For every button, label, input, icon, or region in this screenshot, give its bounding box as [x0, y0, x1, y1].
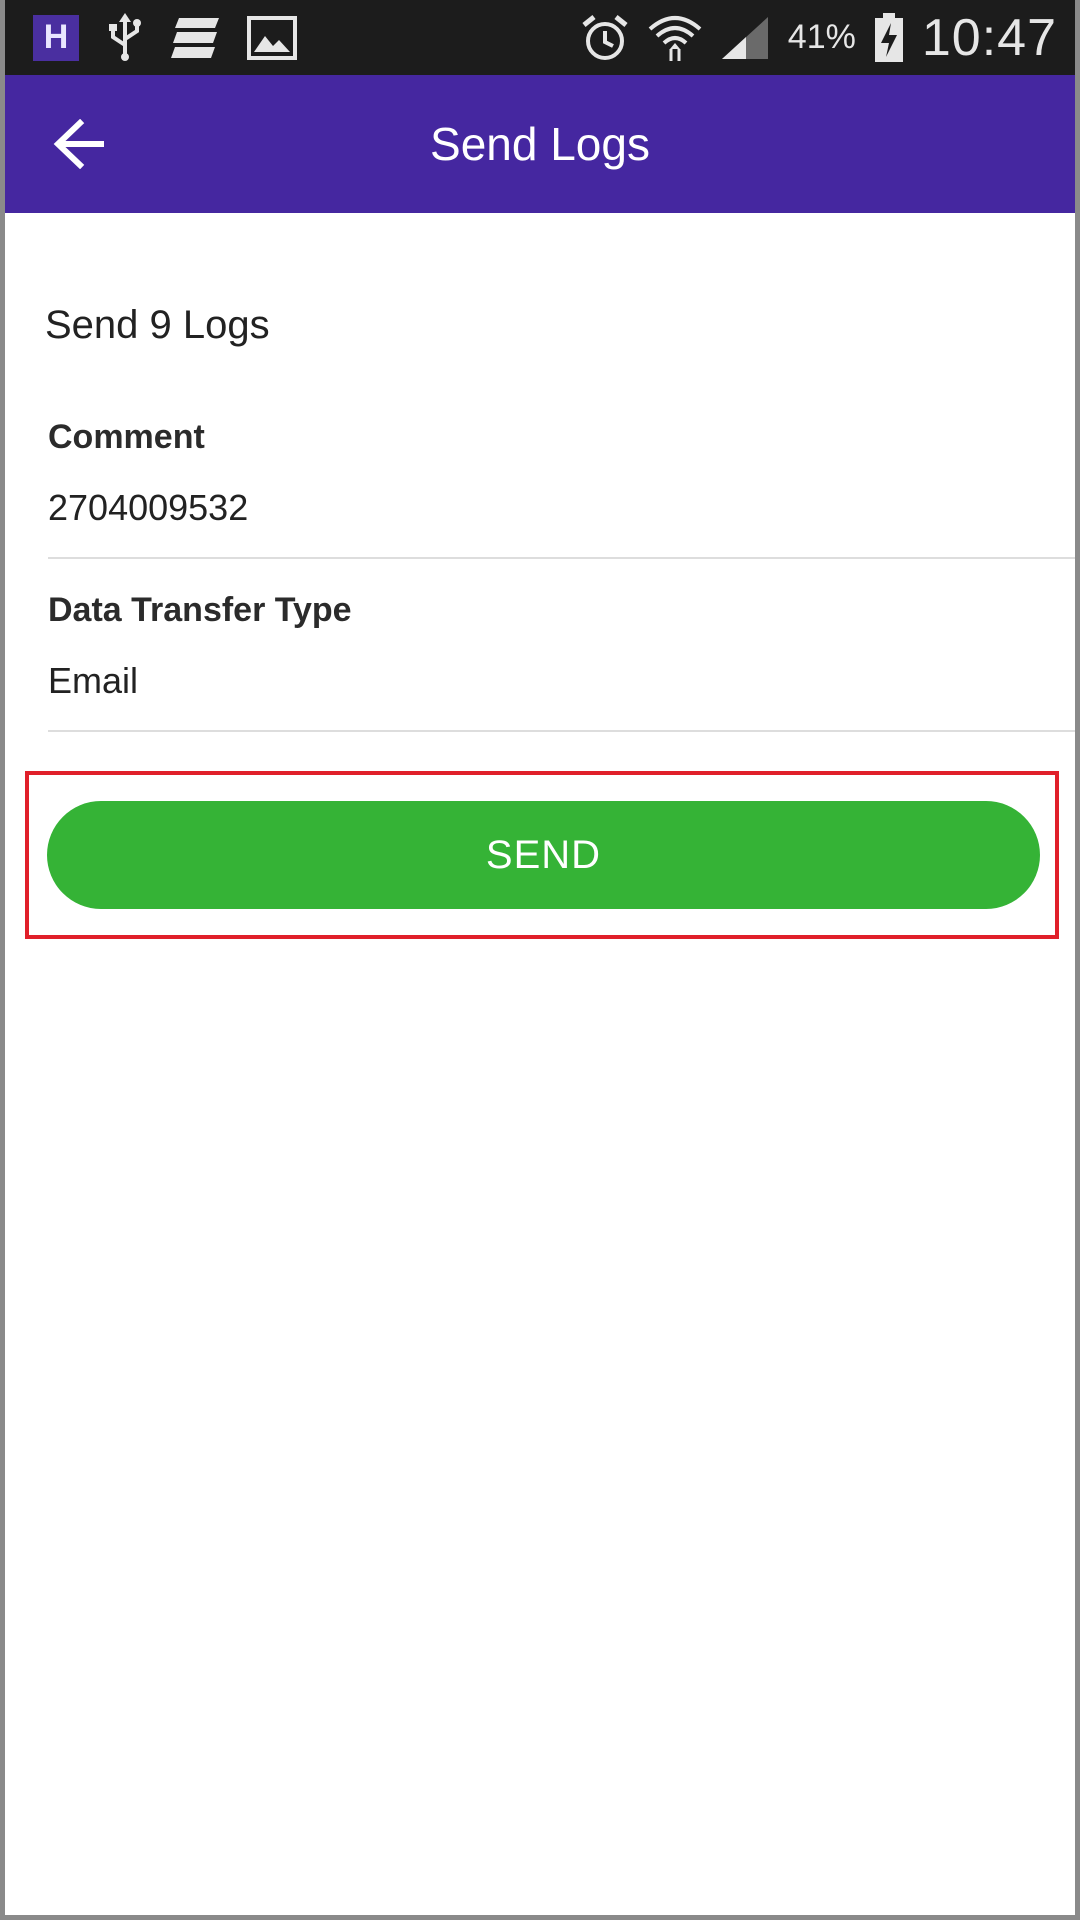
clock: 10:47: [921, 8, 1057, 67]
stacked-bars-icon: [171, 16, 221, 60]
data-transfer-type-label: Data Transfer Type: [48, 591, 352, 629]
status-bar: H 41% 10:47: [5, 0, 1075, 75]
page-title: Send Logs: [430, 118, 650, 170]
usb-icon: [105, 12, 145, 63]
alarm-icon: [580, 13, 630, 63]
screen: H 41% 10:47 Send Logs Send 9 Logs Commen…: [0, 0, 1080, 1920]
battery-percent: 41%: [787, 18, 856, 56]
data-transfer-type-field[interactable]: Data Transfer Type Email: [48, 591, 1075, 732]
wifi-icon: [648, 13, 702, 63]
arrow-left-icon: [53, 119, 104, 169]
signal-icon: [720, 15, 770, 61]
h-app-icon: H: [33, 14, 79, 61]
comment-field[interactable]: Comment 2704009532: [48, 418, 1075, 559]
data-transfer-type-underline: [48, 730, 1075, 732]
status-left: H: [33, 12, 297, 63]
battery-charging-icon: [874, 12, 904, 63]
h-app-badge-letter: H: [43, 18, 69, 56]
send-button[interactable]: SEND: [47, 801, 1040, 909]
status-right: 41% 10:47: [580, 8, 1057, 68]
comment-label: Comment: [48, 418, 205, 456]
data-transfer-type-value[interactable]: Email: [48, 660, 1075, 702]
comment-value[interactable]: 2704009532: [48, 487, 1075, 529]
image-icon: [247, 15, 297, 60]
back-button[interactable]: [45, 109, 115, 179]
app-bar: Send Logs: [5, 75, 1075, 213]
comment-underline: [48, 557, 1075, 559]
logs-count-heading: Send 9 Logs: [45, 303, 270, 347]
